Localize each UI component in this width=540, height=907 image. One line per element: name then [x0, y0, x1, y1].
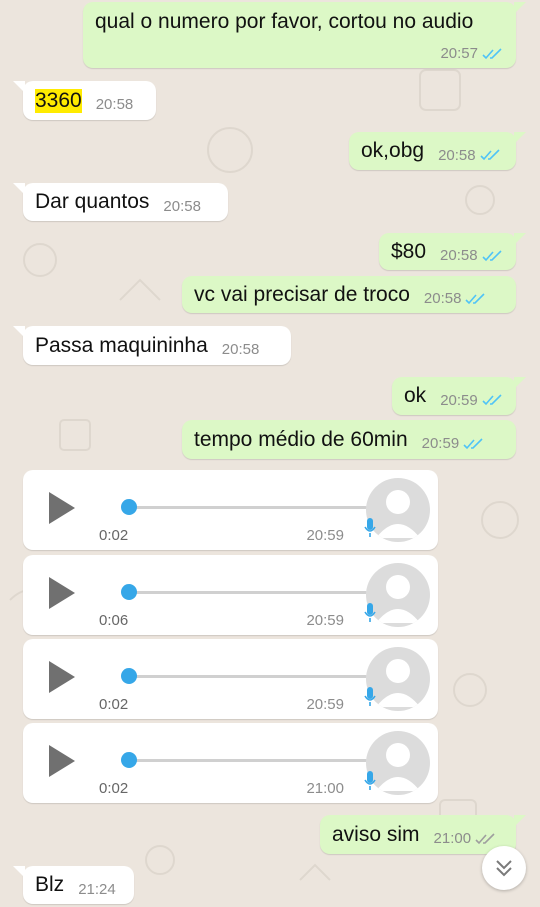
double-check-icon: [482, 47, 502, 59]
mic-icon: [364, 603, 376, 622]
double-check-icon: [465, 292, 486, 304]
message-bubble-outgoing[interactable]: tempo médio de 60min 20:59: [182, 420, 516, 459]
message-text: Passa maquininha: [35, 333, 208, 357]
message-time: 20:58: [438, 146, 476, 164]
message-bubble-incoming[interactable]: 3360 20:58: [13, 81, 156, 120]
message-time: 20:59: [306, 612, 344, 629]
audio-progress-handle[interactable]: [121, 668, 137, 684]
scroll-to-bottom-button[interactable]: [482, 846, 526, 890]
double-check-icon: [463, 437, 483, 449]
message-time: 20:58: [440, 247, 478, 264]
message-time: 21:00: [306, 780, 344, 797]
voice-message[interactable]: 0:02 21:00: [23, 723, 438, 803]
play-icon[interactable]: [49, 745, 75, 777]
audio-progress-track[interactable]: [129, 675, 367, 678]
message-meta: 20:58: [222, 341, 260, 358]
message-meta: 20:58: [438, 147, 502, 164]
message-bubble-outgoing[interactable]: ok,obg 20:58: [349, 132, 526, 170]
audio-duration: 0:02: [99, 780, 129, 797]
message-time: 21:00: [433, 830, 472, 847]
audio-progress-handle[interactable]: [121, 584, 137, 600]
double-check-icon: [482, 249, 502, 261]
message-meta: 20:58: [163, 198, 201, 215]
mic-icon: [364, 518, 376, 537]
message-meta: 21:00: [434, 830, 498, 847]
mic-icon: [364, 687, 376, 706]
audio-progress-track[interactable]: [129, 759, 367, 762]
play-icon[interactable]: [49, 492, 75, 524]
message-time: 20:58: [423, 290, 462, 307]
message-time: 20:59: [440, 391, 478, 409]
voice-message[interactable]: 0:02 20:59: [23, 470, 438, 550]
double-check-icon: [482, 394, 502, 406]
message-bubble-outgoing[interactable]: aviso sim 21:00: [320, 815, 526, 854]
audio-progress-handle[interactable]: [121, 752, 137, 768]
message-text: Blz: [35, 873, 65, 896]
audio-duration: 0:02: [99, 696, 129, 713]
double-check-icon: [475, 832, 495, 844]
message-time: 20:59: [421, 435, 460, 452]
double-check-icon: [480, 149, 500, 161]
audio-progress-handle[interactable]: [121, 499, 137, 515]
message-time: 20:59: [306, 696, 344, 713]
message-bubble-outgoing[interactable]: vc vai precisar de troco 20:58: [182, 276, 516, 313]
message-text: $80: [391, 239, 427, 263]
message-text: 3360: [35, 88, 82, 113]
message-meta: 21:24: [78, 881, 116, 898]
message-time: 20:57: [440, 45, 478, 62]
message-time: 20:58: [221, 341, 260, 358]
message-time: 20:58: [163, 197, 201, 215]
message-bubble-outgoing[interactable]: $80 20:58: [379, 233, 526, 270]
message-bubble-outgoing[interactable]: ok 20:59: [392, 377, 526, 415]
message-text: tempo médio de 60min: [194, 427, 408, 451]
play-icon[interactable]: [49, 577, 75, 609]
message-meta: 20:58: [440, 247, 504, 264]
message-text: qual o numero por favor, cortou no audio: [95, 10, 474, 33]
audio-progress-track[interactable]: [129, 506, 367, 509]
audio-progress-track[interactable]: [129, 591, 367, 594]
message-bubble-incoming[interactable]: Blz 21:24: [13, 866, 134, 904]
message-bubble-incoming[interactable]: Dar quantos 20:58: [13, 183, 228, 221]
double-chevron-down-icon: [496, 860, 512, 877]
message-text: aviso sim: [332, 822, 420, 846]
message-bubble-incoming[interactable]: Passa maquininha 20:58: [13, 326, 291, 365]
message-meta: 20:57: [440, 45, 504, 62]
message-text: ok: [404, 384, 427, 407]
message-bubble-outgoing[interactable]: qual o numero por favor, cortou no audio…: [83, 2, 526, 68]
play-icon[interactable]: [49, 661, 75, 693]
message-meta: 20:59: [422, 435, 486, 452]
message-meta: 20:58: [96, 96, 134, 113]
message-text: vc vai precisar de troco: [194, 282, 410, 306]
message-time: 21:24: [78, 880, 116, 898]
audio-duration: 0:02: [99, 527, 129, 544]
message-time: 20:59: [306, 527, 344, 544]
message-meta: 20:59: [440, 392, 504, 409]
message-text: Dar quantos: [35, 190, 150, 213]
voice-message[interactable]: 0:06 20:59: [23, 555, 438, 635]
message-meta: 20:58: [424, 290, 488, 307]
audio-duration: 0:06: [99, 612, 129, 629]
voice-message[interactable]: 0:02 20:59: [23, 639, 438, 719]
message-text: ok,obg: [361, 139, 425, 162]
mic-icon: [364, 771, 376, 790]
message-time: 20:58: [95, 96, 134, 113]
